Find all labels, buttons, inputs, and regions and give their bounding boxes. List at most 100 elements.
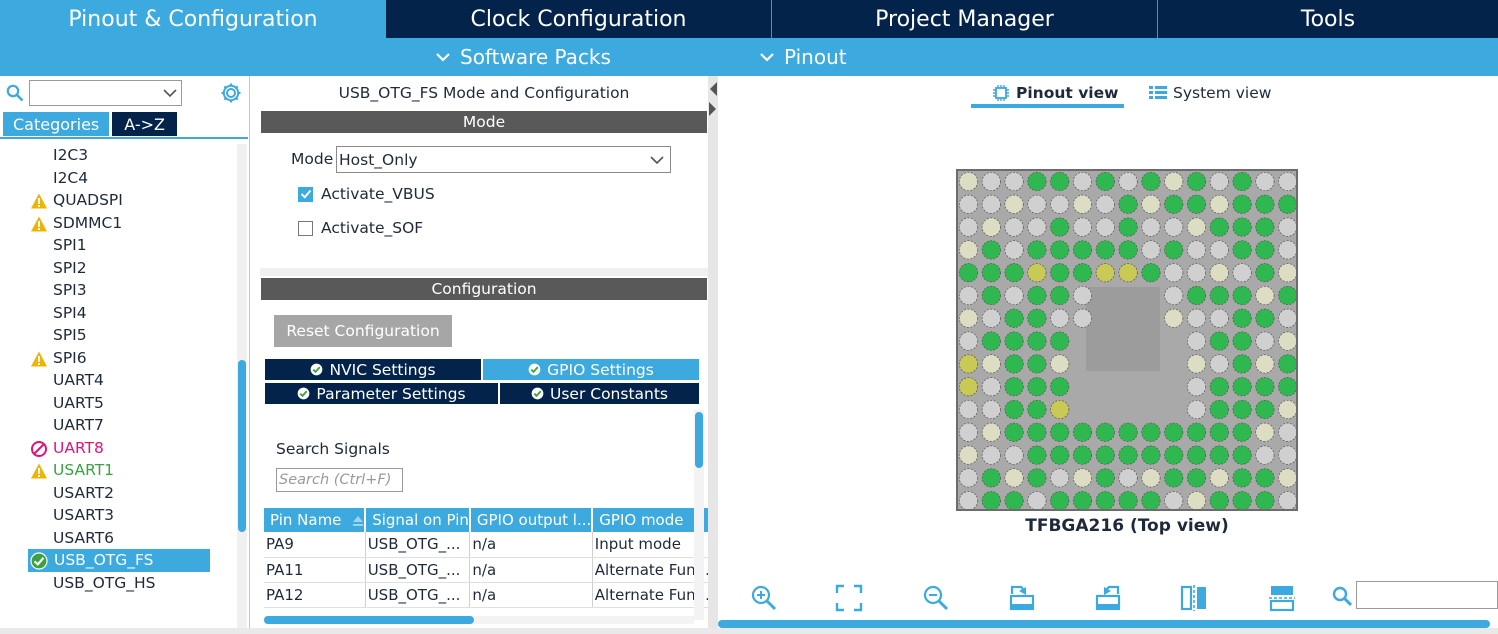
search-icon[interactable] bbox=[6, 84, 24, 102]
pin-ball[interactable] bbox=[1050, 217, 1070, 237]
sidebar-item-uart7[interactable]: UART7 bbox=[0, 414, 236, 437]
pin-ball[interactable] bbox=[1050, 422, 1070, 442]
right-horizontal-scrollbar[interactable] bbox=[718, 620, 1490, 628]
search-signals-input[interactable]: Search (Ctrl+F) bbox=[276, 468, 403, 492]
chip-package[interactable] bbox=[956, 169, 1298, 511]
pin-ball[interactable] bbox=[1118, 491, 1138, 511]
pin-ball[interactable] bbox=[958, 308, 979, 328]
pin-ball[interactable] bbox=[1072, 217, 1093, 237]
tab-parameter-settings[interactable]: Parameter Settings bbox=[264, 382, 499, 405]
tab-user-constants[interactable]: User Constants bbox=[499, 382, 700, 405]
pin-ball[interactable] bbox=[1164, 171, 1184, 192]
pin-grid[interactable] bbox=[958, 171, 1298, 511]
pin-ball[interactable] bbox=[1278, 491, 1298, 511]
pin-ball[interactable] bbox=[1050, 491, 1070, 511]
pin-ball[interactable] bbox=[1186, 331, 1207, 351]
pin-ball[interactable] bbox=[1004, 263, 1024, 283]
pin-ball[interactable] bbox=[958, 399, 979, 420]
mode-select[interactable]: Host_Only bbox=[336, 146, 671, 173]
left-scrollbar[interactable] bbox=[237, 144, 247, 628]
sidebar-item-uart4[interactable]: UART4 bbox=[0, 369, 236, 392]
pin-ball[interactable] bbox=[1186, 377, 1207, 397]
pin-ball[interactable] bbox=[1278, 285, 1298, 306]
pin-ball[interactable] bbox=[1209, 308, 1229, 328]
sidebar-item-spi3[interactable]: SPI3 bbox=[0, 279, 236, 302]
pin-ball[interactable] bbox=[1209, 354, 1229, 374]
pin-ball[interactable] bbox=[1232, 194, 1252, 214]
pin-ball[interactable] bbox=[1141, 217, 1161, 237]
pin-ball[interactable] bbox=[958, 217, 979, 237]
pin-ball[interactable] bbox=[1095, 445, 1115, 465]
pin-ball[interactable] bbox=[1050, 445, 1070, 465]
tab-tools[interactable]: Tools bbox=[1158, 0, 1498, 38]
pin-ball[interactable] bbox=[981, 377, 1001, 397]
pin-ball[interactable] bbox=[1164, 240, 1184, 260]
tab-a-to-z[interactable]: A->Z bbox=[112, 112, 177, 136]
pin-ball[interactable] bbox=[981, 331, 1001, 351]
sidebar-item-uart8[interactable]: UART8 bbox=[0, 437, 236, 460]
pin-ball[interactable] bbox=[1004, 468, 1024, 488]
pin-ball[interactable] bbox=[981, 240, 1001, 260]
pin-ball[interactable] bbox=[1186, 422, 1207, 442]
fit-screen-icon[interactable] bbox=[835, 584, 863, 612]
pin-ball[interactable] bbox=[1232, 308, 1252, 328]
sidebar-item-uart5[interactable]: UART5 bbox=[0, 392, 236, 415]
pin-ball[interactable] bbox=[1095, 240, 1115, 260]
pin-ball[interactable] bbox=[1141, 445, 1161, 465]
pin-ball[interactable] bbox=[1072, 263, 1093, 283]
pin-ball[interactable] bbox=[1118, 468, 1138, 488]
pin-ball[interactable] bbox=[1164, 285, 1184, 306]
pin-ball[interactable] bbox=[981, 217, 1001, 237]
col-gpio-output-level[interactable]: GPIO output l... bbox=[469, 508, 594, 532]
sidebar-item-spi4[interactable]: SPI4 bbox=[0, 302, 236, 325]
pin-ball[interactable] bbox=[1255, 422, 1275, 442]
pin-ball[interactable] bbox=[1050, 285, 1070, 306]
pin-ball[interactable] bbox=[1004, 354, 1024, 374]
pin-ball[interactable] bbox=[1255, 354, 1275, 374]
pin-ball[interactable] bbox=[1186, 354, 1207, 374]
pin-ball[interactable] bbox=[1027, 491, 1047, 511]
pin-ball[interactable] bbox=[1209, 445, 1229, 465]
pin-ball[interactable] bbox=[1118, 263, 1138, 283]
pin-ball[interactable] bbox=[1164, 491, 1184, 511]
pin-ball[interactable] bbox=[1232, 399, 1252, 420]
pin-ball[interactable] bbox=[1186, 491, 1207, 511]
software-packs-menu[interactable]: Software Packs bbox=[436, 38, 611, 76]
pin-ball[interactable] bbox=[958, 171, 979, 192]
pin-ball[interactable] bbox=[1186, 468, 1207, 488]
pin-ball[interactable] bbox=[981, 422, 1001, 442]
col-pin-name[interactable]: Pin Name bbox=[264, 508, 367, 532]
pin-ball[interactable] bbox=[1232, 422, 1252, 442]
pin-ball[interactable] bbox=[1278, 194, 1298, 214]
tab-project-manager[interactable]: Project Manager bbox=[772, 0, 1158, 38]
pin-ball[interactable] bbox=[1095, 263, 1115, 283]
pin-ball[interactable] bbox=[1278, 171, 1298, 192]
tab-system-view[interactable]: System view bbox=[1149, 84, 1271, 102]
pin-ball[interactable] bbox=[1050, 308, 1070, 328]
table-row[interactable]: PA11 USB_OTG_... n/a Alternate Fun... bbox=[264, 557, 711, 583]
pin-ball[interactable] bbox=[1072, 491, 1093, 511]
activate-sof-row[interactable]: Activate_SOF bbox=[298, 219, 423, 237]
pin-ball[interactable] bbox=[1255, 445, 1275, 465]
rotate-right-icon[interactable] bbox=[1008, 584, 1036, 612]
pin-ball[interactable] bbox=[1209, 468, 1229, 488]
flip-horizontal-icon[interactable] bbox=[1268, 584, 1296, 612]
pin-ball[interactable] bbox=[958, 491, 979, 511]
pin-ball[interactable] bbox=[981, 468, 1001, 488]
pin-ball[interactable] bbox=[981, 194, 1001, 214]
pin-ball[interactable] bbox=[1186, 240, 1207, 260]
tab-nvic-settings[interactable]: NVIC Settings bbox=[264, 358, 482, 381]
pin-ball[interactable] bbox=[1186, 217, 1207, 237]
pin-ball[interactable] bbox=[1164, 445, 1184, 465]
pin-ball[interactable] bbox=[1186, 171, 1207, 192]
pin-ball[interactable] bbox=[1004, 422, 1024, 442]
pin-ball[interactable] bbox=[1027, 468, 1047, 488]
table-row[interactable]: PA12 USB_OTG_... n/a Alternate Fun... bbox=[264, 582, 711, 608]
sidebar-item-sdmmc1[interactable]: SDMMC1 bbox=[0, 212, 236, 235]
pin-ball[interactable] bbox=[981, 308, 1001, 328]
pin-ball[interactable] bbox=[1095, 217, 1115, 237]
pin-ball[interactable] bbox=[1118, 240, 1138, 260]
pin-ball[interactable] bbox=[1209, 194, 1229, 214]
tab-clock-configuration[interactable]: Clock Configuration bbox=[386, 0, 772, 38]
pin-ball[interactable] bbox=[1278, 399, 1298, 420]
